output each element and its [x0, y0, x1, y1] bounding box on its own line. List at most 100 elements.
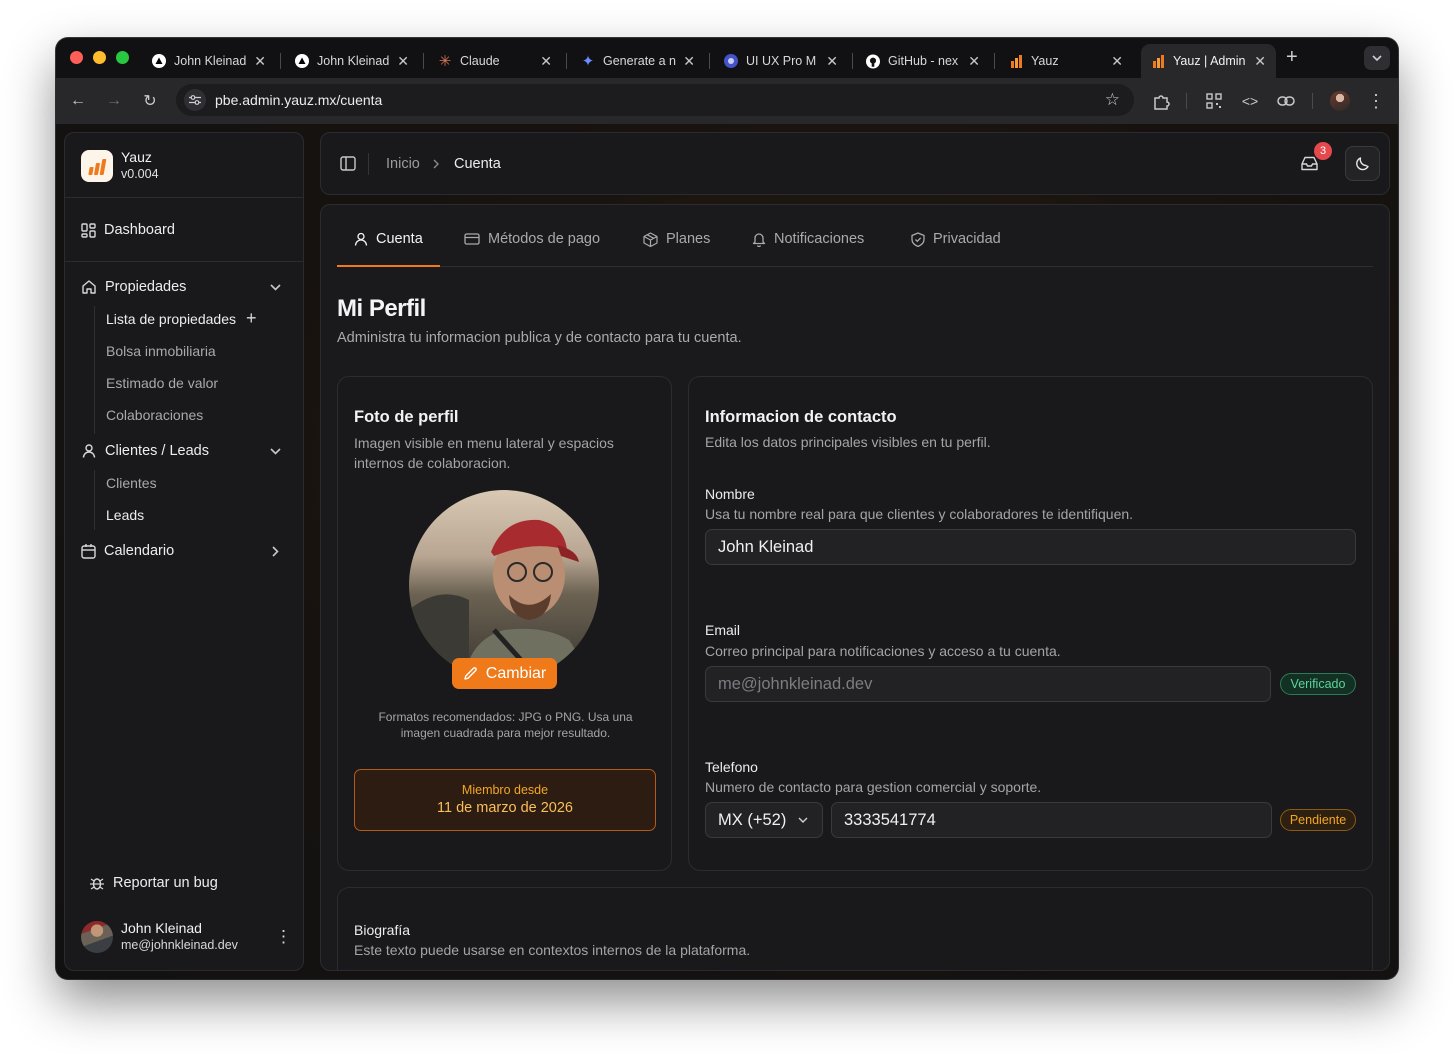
sidebar-item-bolsa[interactable]: Bolsa inmobiliaria — [106, 343, 216, 359]
more-options-icon[interactable]: ⋮ — [1365, 90, 1387, 112]
breadcrumb-current: Cuenta — [454, 156, 501, 172]
tab-divider — [423, 53, 424, 69]
more-vertical-icon[interactable]: ⋮ — [275, 927, 292, 947]
sidebar-item-calendario[interactable]: Calendario — [81, 543, 289, 559]
sidebar-item-label: Reportar un bug — [113, 875, 218, 891]
browser-tab[interactable]: John Kleinad ✕ — [285, 44, 419, 78]
tab-label: Métodos de pago — [488, 231, 601, 247]
close-tab-icon[interactable]: ✕ — [540, 53, 552, 70]
close-tab-icon[interactable]: ✕ — [1111, 53, 1123, 70]
chevron-down-icon — [270, 284, 281, 291]
brand[interactable]: Yauz v0.004 — [81, 149, 159, 183]
link-icon[interactable] — [1275, 90, 1297, 112]
name-label: Nombre — [705, 486, 755, 502]
yauz-logo-icon — [81, 150, 113, 182]
github-icon — [866, 54, 880, 68]
reload-icon[interactable]: ↻ — [139, 90, 161, 112]
browser-tab[interactable]: GitHub - nex ✕ — [856, 44, 990, 78]
browser-tab[interactable]: UI UX Pro M ✕ — [714, 44, 848, 78]
qr-code-icon[interactable] — [1203, 90, 1225, 112]
minimize-window-button[interactable] — [93, 51, 106, 64]
sidebar-item-clientes-leads[interactable]: Clientes / Leads — [81, 443, 289, 459]
close-tab-icon[interactable]: ✕ — [254, 53, 266, 70]
tab-cuenta[interactable]: Cuenta — [354, 231, 423, 247]
notification-count-badge: 3 — [1314, 142, 1332, 160]
bookmark-star-icon[interactable]: ☆ — [1105, 90, 1120, 110]
phone-label: Telefono — [705, 759, 758, 775]
tab-search-button[interactable] — [1364, 46, 1390, 70]
sidebar-item-label: Propiedades — [105, 279, 187, 295]
inbox-button[interactable]: 3 — [1301, 142, 1332, 176]
site-settings-icon[interactable] — [184, 89, 206, 111]
sidebar-item-estimado[interactable]: Estimado de valor — [106, 375, 218, 391]
browser-tab[interactable]: Yauz ✕ — [999, 44, 1133, 78]
sidebar: Yauz v0.004 Dashboard Propiedades Lista … — [64, 132, 304, 971]
sidebar-item-colaboraciones[interactable]: Colaboraciones — [106, 407, 203, 423]
tab-title: UI UX Pro M — [746, 54, 817, 68]
top-header: Inicio Cuenta 3 — [320, 132, 1390, 195]
divider — [368, 153, 369, 175]
profile-avatar[interactable] — [1330, 91, 1350, 111]
tree-line — [94, 470, 95, 530]
tab-label: Privacidad — [933, 231, 1001, 247]
tree-line — [94, 306, 95, 434]
sidebar-toggle-icon[interactable] — [340, 156, 356, 176]
user-menu[interactable]: John Kleinad me@johnkleinad.dev — [81, 920, 238, 954]
vercel-icon — [295, 54, 309, 68]
sidebar-item-lista-propiedades[interactable]: Lista de propiedades + — [106, 308, 257, 328]
add-property-button[interactable]: + — [246, 308, 257, 328]
email-field[interactable]: me@johnkleinad.dev — [705, 666, 1271, 702]
change-photo-button[interactable]: Cambiar — [452, 658, 557, 689]
name-field[interactable]: John Kleinad — [705, 529, 1356, 565]
divider — [65, 261, 303, 262]
close-window-button[interactable] — [70, 51, 83, 64]
browser-tab[interactable]: John Kleinad ✕ — [142, 44, 276, 78]
sidebar-item-propiedades[interactable]: Propiedades — [81, 279, 289, 295]
user-name: John Kleinad — [121, 920, 202, 936]
tab-divider — [280, 53, 281, 69]
new-tab-button[interactable]: + — [1286, 46, 1298, 69]
brand-name: Yauz — [121, 149, 152, 165]
chevron-right-icon — [433, 159, 439, 169]
phone-field[interactable]: 3333541774 — [831, 802, 1272, 838]
close-tab-icon[interactable]: ✕ — [826, 53, 838, 70]
browser-tab-active[interactable]: Yauz | Admin ✕ — [1141, 44, 1276, 78]
code-icon[interactable]: <> — [1239, 90, 1261, 112]
breadcrumb-home[interactable]: Inicio — [386, 156, 420, 172]
browser-toolbar: ← → ↻ pbe.admin.yauz.mx/cuenta ☆ <> ⋮ — [56, 78, 1398, 124]
bell-icon — [752, 232, 766, 247]
tab-title: Claude — [460, 54, 500, 68]
report-bug-button[interactable]: Reportar un bug — [89, 875, 218, 891]
profile-photo[interactable] — [409, 490, 599, 680]
page-subtitle: Administra tu informacion publica y de c… — [337, 330, 742, 346]
maximize-window-button[interactable] — [116, 51, 129, 64]
home-icon — [82, 280, 96, 294]
bio-hint: Este texto puede usarse en contextos int… — [354, 942, 751, 958]
close-tab-icon[interactable]: ✕ — [683, 53, 695, 70]
back-arrow-icon[interactable]: ← — [67, 90, 89, 112]
browser-tab[interactable]: ✳ Claude ✕ — [428, 44, 562, 78]
theme-toggle-button[interactable] — [1345, 146, 1380, 181]
close-tab-icon[interactable]: ✕ — [968, 53, 980, 70]
shield-check-icon — [911, 231, 925, 247]
close-tab-icon[interactable]: ✕ — [1254, 53, 1266, 70]
tab-title: Yauz — [1031, 54, 1059, 68]
sidebar-item-leads[interactable]: Leads — [106, 507, 144, 523]
tab-title: Yauz | Admin — [1173, 54, 1246, 68]
tab-planes[interactable]: Planes — [643, 231, 710, 247]
tab-metodos-pago[interactable]: Métodos de pago — [464, 231, 600, 247]
sidebar-item-label: Calendario — [104, 543, 175, 559]
sidebar-item-dashboard[interactable]: Dashboard — [81, 222, 175, 238]
tab-notificaciones[interactable]: Notificaciones — [752, 231, 864, 247]
phone-hint: Numero de contacto para gestion comercia… — [705, 779, 1042, 795]
email-hint: Correo principal para notificaciones y a… — [705, 643, 1061, 659]
extensions-icon[interactable] — [1150, 90, 1172, 112]
address-bar[interactable]: pbe.admin.yauz.mx/cuenta ☆ — [176, 84, 1134, 116]
email-label: Email — [705, 622, 741, 638]
tab-privacidad[interactable]: Privacidad — [911, 231, 1001, 247]
sidebar-item-clientes[interactable]: Clientes — [106, 475, 157, 491]
forward-arrow-icon[interactable]: → — [103, 90, 125, 112]
close-tab-icon[interactable]: ✕ — [397, 53, 409, 70]
country-code-select[interactable]: MX (+52) — [705, 802, 823, 838]
browser-tab[interactable]: ✦ Generate a n ✕ — [571, 44, 705, 78]
